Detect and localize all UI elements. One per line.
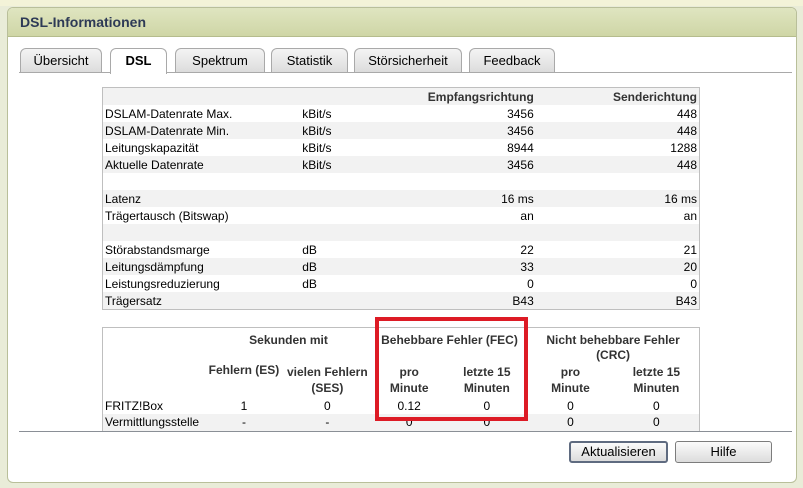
cell-crc-15: 0 — [613, 414, 700, 431]
row-label: Leitungskapazität — [105, 140, 199, 155]
header-unit — [300, 87, 400, 105]
row-label: Aktuelle Datenrate — [102, 156, 301, 173]
line-table-row: Trägersatz B43 B43 — [102, 292, 700, 310]
row-label: DSLAM-Datenrate Min. — [102, 122, 301, 139]
row-downstream: 22 — [520, 242, 534, 257]
cell-crc-min: 0 — [567, 398, 574, 413]
tab-uebersicht[interactable]: Übersicht — [20, 48, 102, 72]
row-label: Latenz — [102, 190, 301, 207]
line-table-row: Störabstandsmarge dB 22 21 — [103, 241, 700, 258]
row-downstream: an — [520, 208, 534, 223]
row-upstream: an — [683, 208, 697, 223]
row-unit: dB — [302, 276, 317, 291]
header-downstream: Empfangsrichtung — [399, 87, 536, 105]
footer-divider — [19, 431, 792, 432]
row-upstream: 21 — [683, 242, 697, 257]
tab-stoersicherheit[interactable]: Störsicherheit — [354, 48, 462, 72]
cell-crc-15: 0 — [653, 398, 660, 413]
cell-ses: - — [282, 414, 372, 431]
line-table-row: DSLAM-Datenrate Min. kBit/s 3456 448 — [102, 122, 700, 139]
row-label: Vermittlungsstelle — [102, 414, 206, 431]
line-table-row: Leitungskapazität kBit/s 8944 1288 — [103, 139, 700, 156]
row-downstream: 0 — [527, 276, 534, 291]
cell-es: - — [205, 414, 283, 431]
line-table-row: Aktuelle Datenrate kBit/s 3456 448 — [102, 156, 700, 173]
sub-header-empty — [103, 363, 206, 397]
row-unit — [300, 292, 400, 310]
line-table-row — [102, 224, 700, 241]
row-downstream: 33 — [399, 258, 536, 275]
row-upstream: B43 — [535, 292, 700, 310]
tab-spektrum[interactable]: Spektrum — [175, 48, 265, 72]
window-title: DSL-Informationen — [20, 14, 146, 30]
help-button[interactable]: Hilfe — [675, 441, 772, 463]
line-data-table: Empfangsrichtung Senderichtung DSLAM-Dat… — [102, 87, 700, 310]
row-upstream: 20 — [535, 258, 700, 275]
group-header-crc: Nicht behebbare Fehler (CRC) — [546, 333, 680, 362]
row-upstream: 0 — [690, 276, 697, 291]
line-table-row: Leitungsdämpfung dB 33 20 — [102, 258, 700, 275]
group-header-seconds: Sekunden mit — [249, 333, 328, 347]
row-downstream — [399, 224, 536, 241]
line-table-row: Trägertausch (Bitswap) an an — [103, 207, 700, 224]
row-unit: dB — [300, 258, 400, 275]
cell-crc-min: 0 — [527, 414, 614, 431]
row-unit — [300, 207, 400, 224]
fec-highlight-box — [375, 317, 528, 421]
row-unit — [300, 173, 400, 190]
row-downstream: 3456 — [399, 122, 536, 139]
group-header-empty — [103, 328, 206, 364]
tab-feedback[interactable]: Feedback — [469, 48, 555, 72]
row-label: Trägertausch (Bitswap) — [105, 208, 229, 223]
row-label: Leitungsdämpfung — [102, 258, 301, 275]
row-label — [103, 173, 301, 190]
line-table-row: Leistungsreduzierung dB 0 0 — [103, 275, 700, 292]
row-upstream — [535, 224, 700, 241]
line-table-row: DSLAM-Datenrate Max. kBit/s 3456 448 — [103, 105, 700, 122]
row-downstream: 8944 — [507, 140, 534, 155]
row-unit: dB — [302, 242, 317, 257]
row-upstream: 1288 — [670, 140, 697, 155]
row-unit: kBit/s — [302, 106, 332, 121]
row-unit: kBit/s — [300, 122, 400, 139]
row-label: Leistungsreduzierung — [105, 276, 220, 291]
header-upstream: Senderichtung — [535, 87, 700, 105]
line-table-row: Latenz 16 ms 16 ms — [102, 190, 700, 207]
sub-header-crc-15: letzte 15 Minuten — [632, 365, 681, 395]
row-upstream: 448 — [535, 122, 700, 139]
row-upstream: 16 ms — [535, 190, 700, 207]
row-upstream: 448 — [535, 156, 700, 173]
row-label: Störabstandsmarge — [105, 242, 210, 257]
sub-header-es: Fehlern (ES) — [208, 363, 280, 377]
sub-header-crc-min: pro Minute — [551, 365, 590, 395]
line-table-header: Empfangsrichtung Senderichtung — [102, 87, 700, 105]
row-unit — [300, 224, 400, 241]
row-unit: kBit/s — [302, 140, 332, 155]
cell-ses: 0 — [323, 398, 331, 413]
row-downstream: 3456 — [399, 156, 536, 173]
cell-es: 1 — [240, 398, 248, 413]
row-downstream: 16 ms — [399, 190, 536, 207]
tab-dsl[interactable]: DSL — [110, 48, 167, 74]
row-label: Trägersatz — [102, 292, 301, 310]
row-label: FRITZ!Box — [105, 398, 164, 413]
top-strip — [0, 0, 803, 6]
row-label: DSLAM-Datenrate Max. — [105, 106, 233, 121]
header-empty — [102, 87, 301, 105]
row-downstream: B43 — [399, 292, 536, 310]
row-downstream: 3456 — [507, 106, 534, 121]
row-label — [102, 224, 301, 241]
row-upstream: 448 — [676, 106, 697, 121]
title-bar: DSL-Informationen — [8, 8, 796, 37]
row-unit: kBit/s — [300, 156, 400, 173]
sub-header-ses: vielen Fehlern (SES) — [286, 365, 368, 395]
refresh-button[interactable]: Aktualisieren — [569, 441, 668, 463]
row-upstream — [536, 173, 700, 190]
line-table-row — [103, 173, 700, 190]
tab-statistik[interactable]: Statistik — [271, 48, 348, 72]
row-downstream — [400, 173, 536, 190]
row-unit — [300, 190, 400, 207]
